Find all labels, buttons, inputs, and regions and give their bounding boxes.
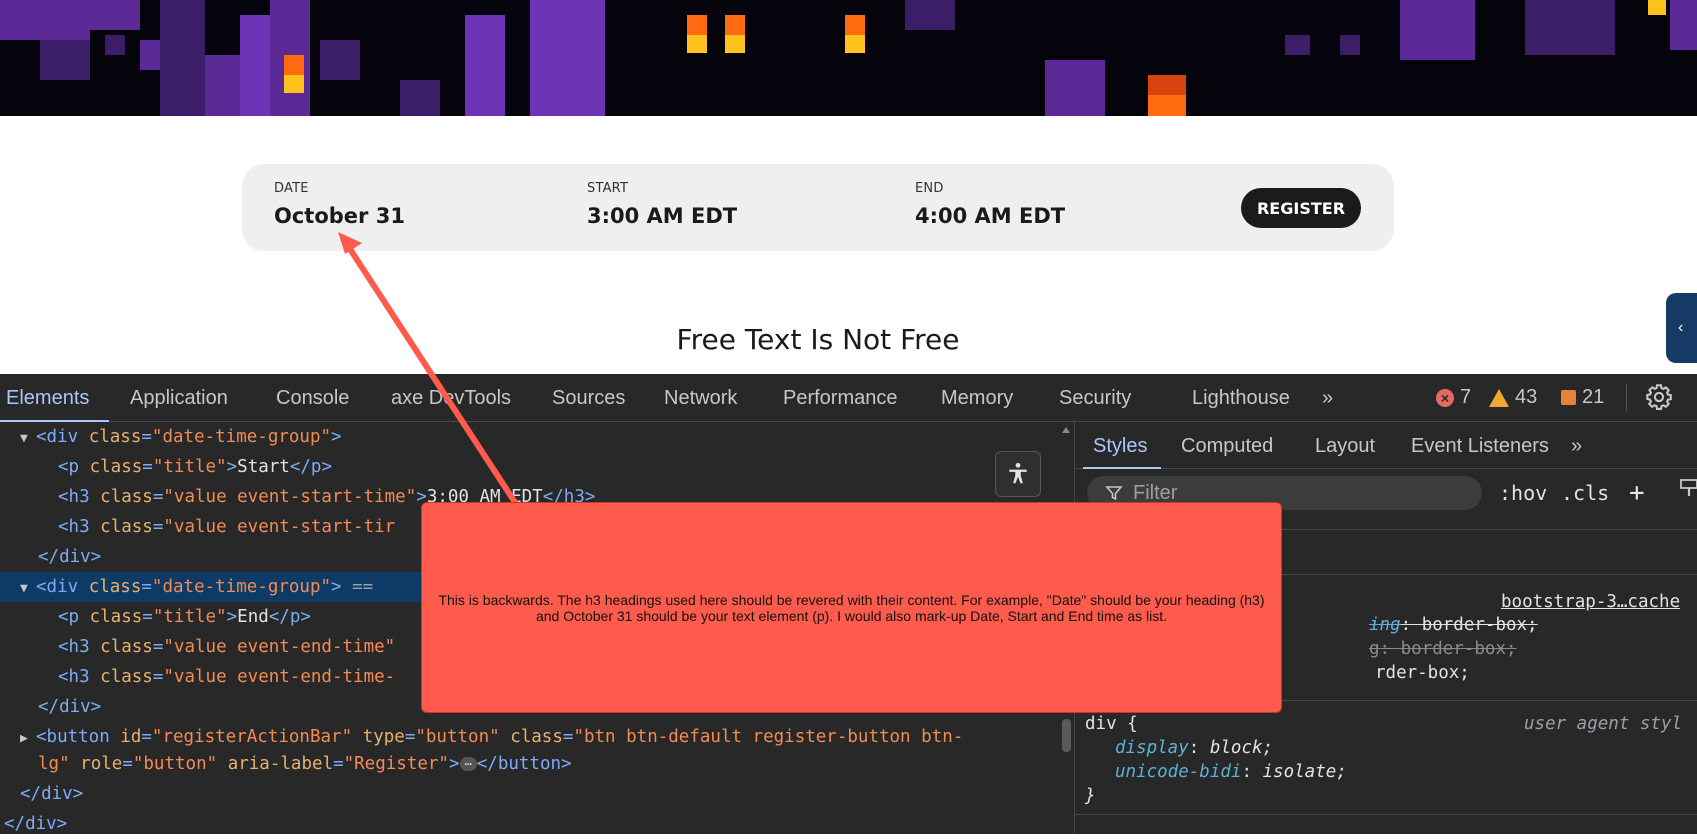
tab-lighthouse[interactable]: Lighthouse (1192, 374, 1290, 421)
date-group: DATE October 31 (274, 181, 405, 228)
tab-network[interactable]: Network (664, 374, 737, 421)
hero-banner-image (0, 0, 1697, 116)
css-close-brace: } (1085, 786, 1096, 806)
dom-node-continued[interactable]: lg" role="button" aria-label="Register">… (38, 749, 572, 779)
tab-security[interactable]: Security (1059, 374, 1131, 421)
scroll-up-arrow-icon[interactable] (1062, 427, 1070, 433)
divider (1626, 384, 1627, 411)
accessibility-tree-button[interactable] (995, 451, 1041, 497)
page-heading: Free Text Is Not Free (676, 323, 960, 356)
hov-toggle[interactable]: :hov (1499, 476, 1547, 510)
tab-memory[interactable]: Memory (941, 374, 1013, 421)
cls-toggle[interactable]: .cls (1561, 476, 1609, 510)
tab-elements[interactable]: Elements (0, 374, 110, 422)
issue-count[interactable]: 21 (1561, 374, 1604, 421)
devtools-tabbar: Elements Application Console axe DevTool… (0, 374, 1697, 422)
styles-tabbar: Styles Computed Layout Event Listeners » (1075, 422, 1697, 469)
warning-count-value: 43 (1515, 386, 1538, 408)
css-declaration[interactable]: unicode-bidi: isolate; (1115, 760, 1347, 784)
error-icon: × (1436, 388, 1454, 407)
filter-icon (1105, 486, 1123, 501)
tab-performance[interactable]: Performance (783, 374, 898, 421)
collapse-triangle-icon[interactable]: ▶ (20, 724, 36, 754)
date-label: DATE (274, 181, 309, 196)
css-declaration[interactable]: display: block; (1115, 736, 1273, 760)
dom-node[interactable]: <h3 class="value event-end-time" (58, 632, 395, 662)
settings-gear-icon[interactable] (1645, 383, 1673, 411)
warning-icon (1489, 388, 1509, 407)
warning-count[interactable]: 43 (1489, 374, 1537, 421)
annotation-text: This is backwards. The h3 headings used … (438, 591, 1265, 624)
error-count-value: 7 (1460, 386, 1472, 408)
tab-event-listeners[interactable]: Event Listeners (1411, 422, 1549, 468)
dom-node[interactable]: </div> (4, 809, 67, 839)
scrollbar-thumb[interactable] (1062, 719, 1071, 752)
start-label: START (587, 181, 629, 196)
dom-node[interactable]: </div> (38, 692, 101, 722)
dom-node[interactable]: </div> (38, 542, 101, 572)
ellipsis-icon[interactable]: ⋯ (459, 757, 477, 771)
start-value: 3:00 AM EDT (587, 204, 738, 228)
issue-count-value: 21 (1582, 386, 1605, 408)
start-group: START 3:00 AM EDT (587, 181, 737, 228)
issue-icon (1561, 390, 1576, 405)
register-button[interactable]: REGISTER (1241, 188, 1361, 228)
tab-layout[interactable]: Layout (1315, 422, 1375, 468)
stylesheet-source-link[interactable]: bootstrap-3…cache (1501, 590, 1680, 614)
dom-node[interactable]: ▶ <button id="registerActionBar" type="bu… (20, 722, 963, 752)
expand-triangle-icon[interactable]: ▼ (20, 424, 36, 454)
dom-node[interactable]: <h3 class="value event-start-tir (58, 512, 395, 542)
divider (1075, 814, 1697, 815)
user-agent-stylesheet-label: user agent styl (1524, 714, 1683, 734)
dom-node[interactable]: <p class="title">Start</p> (58, 452, 332, 482)
accessibility-icon (1009, 462, 1027, 484)
event-info-bar: DATE October 31 START 3:00 AM EDT END 4:… (242, 164, 1394, 251)
chevron-left-icon: ‹ (1678, 319, 1684, 336)
css-declaration[interactable]: rder-box; (1375, 661, 1470, 685)
dom-node[interactable]: <h3 class="value event-end-time- (58, 662, 395, 692)
side-panel-toggle[interactable]: ‹ (1666, 293, 1697, 363)
more-tabs-icon[interactable]: » (1322, 374, 1333, 421)
error-count[interactable]: × 7 (1436, 374, 1471, 421)
expand-triangle-icon[interactable]: ▼ (20, 574, 36, 604)
tab-console[interactable]: Console (276, 374, 349, 421)
dom-node[interactable]: <p class="title">End</p> (58, 602, 311, 632)
end-label: END (915, 181, 944, 196)
annotation-note: This is backwards. The h3 headings used … (421, 502, 1282, 713)
tab-axe-devtools[interactable]: axe DevTools (391, 374, 511, 421)
end-group: END 4:00 AM EDT (915, 181, 1065, 228)
date-value: October 31 (274, 204, 405, 228)
tab-application[interactable]: Application (130, 374, 228, 421)
tab-styles[interactable]: Styles (1082, 422, 1163, 469)
tab-sources[interactable]: Sources (552, 374, 625, 421)
tab-computed[interactable]: Computed (1181, 422, 1273, 468)
new-style-rule-icon[interactable]: + (1629, 476, 1645, 510)
css-selector[interactable]: div { (1085, 712, 1138, 736)
end-value: 4:00 AM EDT (915, 204, 1066, 228)
css-declaration[interactable]: ing: border-box; (1369, 613, 1538, 637)
css-declaration[interactable]: g: border-box; (1369, 637, 1517, 661)
dom-node[interactable]: ▼ <div class="date-time-group"> (20, 422, 342, 452)
dom-node[interactable]: </div> (20, 779, 83, 809)
more-tabs-icon[interactable]: » (1571, 422, 1582, 468)
paint-icon[interactable] (1677, 476, 1697, 510)
